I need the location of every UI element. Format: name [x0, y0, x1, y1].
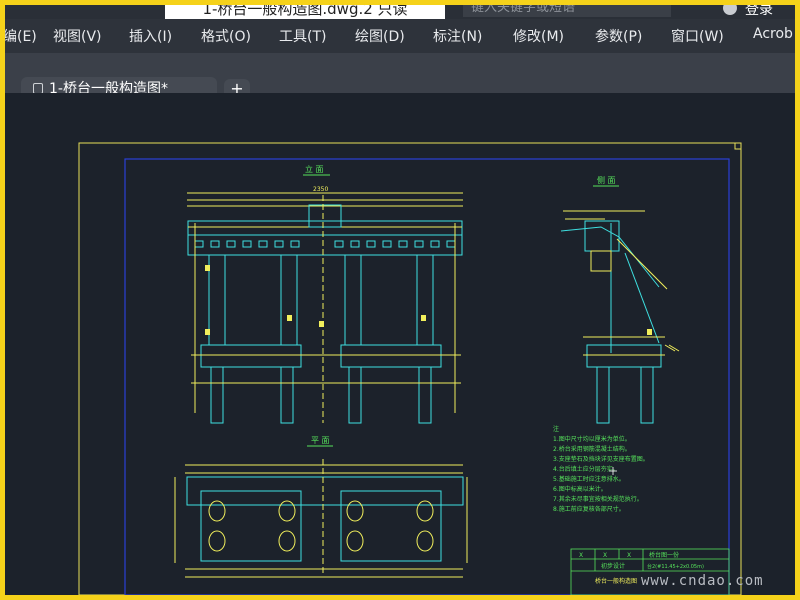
note-line-3: 3.支座垫石及挡块详见支座布置图。: [553, 455, 649, 463]
notes-heading: 注: [553, 425, 559, 433]
table-cell-4: 桥台图一份: [649, 551, 679, 559]
table-cell-2: X: [603, 552, 607, 559]
menu-parametric[interactable]: 参数(P): [595, 26, 642, 46]
notes-block: 注 1.图中尺寸均以厘米为单位。 2.桥台采用钢筋混凝土结构。 3.支座垫石及挡…: [553, 425, 649, 513]
table-cell-3: X: [627, 552, 631, 559]
menu-acrobat[interactable]: Acrob: [753, 26, 793, 42]
note-line-4: 4.台后填土应分层夯实。: [553, 465, 619, 473]
menu-window[interactable]: 窗口(W): [671, 26, 724, 46]
menu-format[interactable]: 格式(O): [201, 26, 251, 46]
search-input[interactable]: 键入关键字或短语: [463, 5, 671, 17]
plan-view: 平 面: [174, 436, 468, 578]
user-icon[interactable]: [723, 5, 737, 15]
elevation-view: 立 面 2350: [187, 164, 463, 424]
note-line-5: 5.基础施工时应注意排水。: [553, 475, 625, 483]
note-line-1: 1.图中尺寸均以厘米为单位。: [553, 435, 631, 443]
table-caption: 桥台一般构造图: [595, 577, 637, 585]
menu-dimension[interactable]: 标注(N): [433, 26, 482, 46]
note-line-6: 6.图中标高以米计。: [553, 485, 607, 493]
title-bar: 1-桥台一般构造图.dwg.2 只读 键入关键字或短语 登录: [5, 5, 795, 19]
plan-title: 平 面: [311, 436, 330, 445]
cad-drawing: 立 面 2350 侧 面 平 面 注 1.图中尺寸均以厘米为单位。 2.桥台采用…: [78, 142, 742, 595]
menu-bar: 编(E) 视图(V) 插入(I) 格式(O) 工具(T) 绘图(D) 标注(N)…: [5, 19, 795, 53]
sheet-corner-mark: [734, 142, 742, 150]
menu-modify[interactable]: 修改(M): [513, 26, 564, 46]
note-line-8: 8.施工前应复核各部尺寸。: [553, 505, 625, 513]
table-cell-5: 初步设计: [601, 562, 625, 570]
login-button[interactable]: 登录: [745, 5, 773, 19]
note-line-7: 7.其余未尽事宜按相关规范执行。: [553, 495, 643, 503]
inner-frame: [124, 158, 730, 595]
watermark: www.cndao.com: [641, 573, 764, 589]
menu-insert[interactable]: 插入(I): [129, 26, 172, 46]
menu-edit[interactable]: 编(E): [5, 26, 37, 46]
side-view: 侧 面: [560, 175, 680, 424]
elevation-title: 立 面: [305, 164, 324, 174]
app-window: 1-桥台一般构造图.dwg.2 只读 键入关键字或短语 登录 编(E) 视图(V…: [0, 0, 800, 600]
dim-total: 2350: [313, 186, 328, 193]
note-line-2: 2.桥台采用钢筋混凝土结构。: [553, 445, 631, 453]
menu-view[interactable]: 视图(V): [53, 26, 102, 46]
table-cell-6: 台2(#11.45+2x0.05m): [647, 563, 704, 570]
menu-draw[interactable]: 绘图(D): [355, 26, 405, 46]
drawing-canvas[interactable]: 立 面 2350 侧 面 平 面 注 1.图中尺寸均以厘米为单位。 2.桥台采用…: [5, 93, 795, 595]
menu-tools[interactable]: 工具(T): [279, 26, 326, 46]
document-title: 1-桥台一般构造图.dwg.2 只读: [165, 5, 445, 19]
side-title: 侧 面: [597, 175, 616, 185]
document-tab-strip: 1-桥台一般构造图* +: [5, 53, 795, 101]
table-cell-1: X: [579, 552, 583, 559]
